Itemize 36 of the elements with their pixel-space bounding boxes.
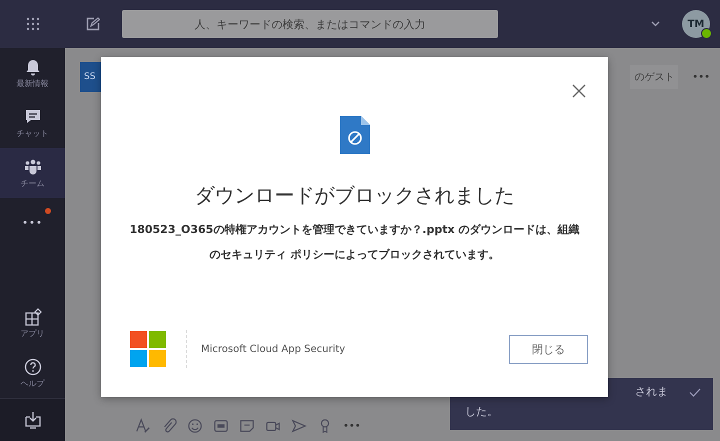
toast-text: されま (635, 384, 668, 399)
emoji-icon[interactable] (187, 418, 203, 434)
compose-icon[interactable] (86, 17, 100, 31)
sticker-icon[interactable] (239, 418, 255, 434)
help-icon (24, 358, 42, 376)
sidebar-item[interactable]: 最新情報 (0, 48, 65, 98)
blocked-file-icon (340, 116, 370, 154)
dialog-message: 180523_O365の特権アカウントを管理できていますか？.pptx のダウンロードは、組織のセキュリティ ポリシーによってブロックされています。 (128, 222, 580, 263)
more-button[interactable]: ••• (0, 198, 65, 248)
sidebar-item[interactable]: チーム (0, 148, 65, 198)
apps-icon (24, 308, 42, 326)
sidebar-item[interactable] (0, 398, 65, 441)
sidebar-item[interactable]: アプリ (0, 298, 65, 348)
check-icon (689, 388, 701, 397)
more-button[interactable]: ••• (343, 420, 361, 432)
avatar[interactable]: TM (682, 10, 710, 38)
vendor-name: Microsoft Cloud App Security (201, 344, 346, 354)
toast-text: した。 (465, 404, 498, 419)
send-icon[interactable] (291, 418, 307, 434)
people-icon (24, 158, 42, 176)
download-icon (24, 411, 42, 429)
chevron-down-icon[interactable] (651, 21, 660, 27)
sidebar-item[interactable]: ヘルプ (0, 348, 65, 398)
bell-icon (24, 58, 42, 76)
search-field[interactable]: 人、キーワードの検索、またはコマンドの入力 (122, 10, 498, 38)
app-grid-icon[interactable] (26, 17, 40, 31)
tab[interactable]: のゲスト (630, 65, 678, 89)
close-icon[interactable] (572, 84, 586, 98)
sidebar-item[interactable]: チャット (0, 98, 65, 148)
format-icon[interactable] (135, 418, 151, 434)
more-button[interactable]: ••• (692, 72, 710, 82)
close-button[interactable]: 閉じる (509, 334, 588, 364)
gif-icon[interactable] (213, 418, 229, 434)
chat-icon (24, 108, 42, 126)
dialog-title: ダウンロードがブロックされました (194, 182, 514, 209)
logo-icon (130, 331, 166, 367)
